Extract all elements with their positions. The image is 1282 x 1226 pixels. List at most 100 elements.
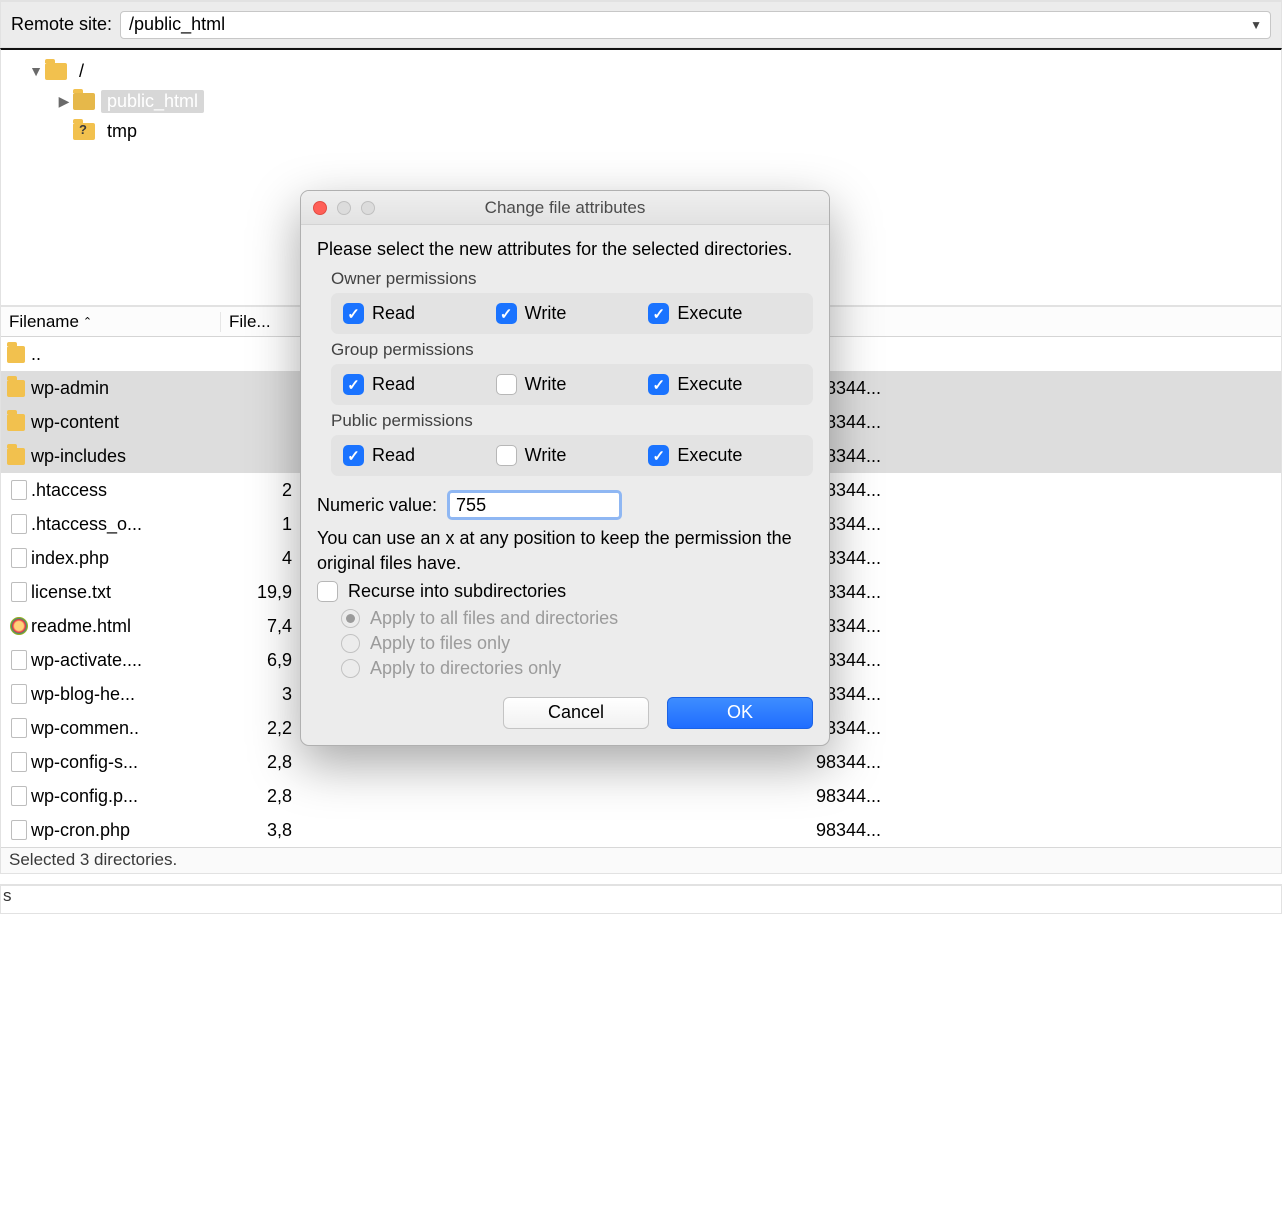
apply-dirs-radio bbox=[341, 659, 360, 678]
file-name: wp-config.p... bbox=[31, 786, 221, 807]
file-icon bbox=[11, 752, 27, 772]
file-name: wp-blog-he... bbox=[31, 684, 221, 705]
folder-icon bbox=[45, 63, 67, 80]
file-row[interactable]: wp-config.p...2,8 98344... bbox=[1, 779, 1281, 813]
chevron-down-icon[interactable]: ▼ bbox=[1250, 18, 1262, 32]
file-owner: 98344... bbox=[816, 548, 1281, 569]
remote-site-label: Remote site: bbox=[11, 14, 112, 35]
file-icon bbox=[11, 820, 27, 840]
sort-asc-icon: ⌃ bbox=[83, 315, 92, 328]
file-icon bbox=[11, 582, 27, 602]
file-owner: 98344... bbox=[816, 684, 1281, 705]
group-write-checkbox[interactable] bbox=[496, 374, 517, 395]
file-owner: 98344... bbox=[816, 650, 1281, 671]
numeric-value-label: Numeric value: bbox=[317, 495, 437, 516]
remote-site-combo[interactable]: /public_html ▼ bbox=[120, 11, 1271, 39]
status-bar: Selected 3 directories. bbox=[1, 847, 1281, 873]
numeric-value-input[interactable]: 755 bbox=[447, 490, 622, 520]
file-icon bbox=[11, 786, 27, 806]
file-size: 2,8 bbox=[221, 786, 296, 807]
public-write-checkbox[interactable] bbox=[496, 445, 517, 466]
file-row[interactable]: wp-config-s...2,8 98344... bbox=[1, 745, 1281, 779]
file-owner: 98344... bbox=[816, 786, 1281, 807]
file-name: wp-includes bbox=[31, 446, 221, 467]
file-icon bbox=[11, 684, 27, 704]
file-icon bbox=[11, 650, 27, 670]
file-name: wp-cron.php bbox=[31, 820, 221, 841]
file-row[interactable]: wp-cron.php3,8 98344... bbox=[1, 813, 1281, 847]
apply-all-radio bbox=[341, 609, 360, 628]
html-icon bbox=[10, 617, 28, 635]
group-permissions-box: Read Write Execute bbox=[331, 364, 813, 405]
tree-expand-icon[interactable]: ▶ bbox=[55, 93, 73, 110]
file-name: .htaccess_o... bbox=[31, 514, 221, 535]
folder-icon bbox=[73, 93, 95, 110]
tree-item-public-html[interactable]: public_html bbox=[101, 90, 204, 113]
file-name: .htaccess bbox=[31, 480, 221, 501]
file-name: license.txt bbox=[31, 582, 221, 603]
folder-icon bbox=[7, 380, 25, 397]
file-owner: 98344... bbox=[816, 752, 1281, 773]
dialog-instruction: Please select the new attributes for the… bbox=[317, 237, 813, 261]
remote-site-bar: Remote site: /public_html ▼ bbox=[0, 0, 1282, 48]
file-size: 2 bbox=[221, 480, 296, 501]
group-read-checkbox[interactable] bbox=[343, 374, 364, 395]
file-size: 3,8 bbox=[221, 820, 296, 841]
change-attributes-dialog: Change file attributes Please select the… bbox=[300, 190, 830, 746]
public-permissions-label: Public permissions bbox=[331, 411, 813, 431]
owner-write-checkbox[interactable] bbox=[496, 303, 517, 324]
public-read-checkbox[interactable] bbox=[343, 445, 364, 466]
owner-permissions-label: Owner permissions bbox=[331, 269, 813, 289]
tree-item-tmp[interactable]: tmp bbox=[101, 120, 143, 143]
file-owner: 98344... bbox=[816, 446, 1281, 467]
file-name: wp-admin bbox=[31, 378, 221, 399]
file-name: index.php bbox=[31, 548, 221, 569]
file-name: wp-config-s... bbox=[31, 752, 221, 773]
dialog-title: Change file attributes bbox=[301, 198, 829, 218]
file-owner: 98344... bbox=[816, 582, 1281, 603]
file-size: 4 bbox=[221, 548, 296, 569]
file-size: 2,2 bbox=[221, 718, 296, 739]
file-owner: 98344... bbox=[816, 820, 1281, 841]
ok-button[interactable]: OK bbox=[667, 697, 813, 729]
column-filename[interactable]: Filename ⌃ bbox=[1, 312, 221, 332]
file-size: 19,9 bbox=[221, 582, 296, 603]
file-name: wp-content bbox=[31, 412, 221, 433]
owner-permissions-box: Read Write Execute bbox=[331, 293, 813, 334]
file-name: .. bbox=[31, 344, 221, 365]
file-icon bbox=[11, 718, 27, 738]
bottom-strip: s bbox=[0, 884, 1282, 914]
remote-site-path: /public_html bbox=[129, 14, 225, 35]
recurse-label: Recurse into subdirectories bbox=[348, 581, 566, 602]
apply-files-radio bbox=[341, 634, 360, 653]
tree-expand-icon[interactable]: ▼ bbox=[27, 63, 45, 79]
cancel-button[interactable]: Cancel bbox=[503, 697, 649, 729]
file-size: 2,8 bbox=[221, 752, 296, 773]
file-owner: 98344... bbox=[816, 480, 1281, 501]
owner-read-checkbox[interactable] bbox=[343, 303, 364, 324]
folder-icon bbox=[7, 448, 25, 465]
file-icon bbox=[11, 480, 27, 500]
file-owner: 98344... bbox=[816, 514, 1281, 535]
file-name: wp-commen.. bbox=[31, 718, 221, 739]
tree-root[interactable]: / bbox=[73, 60, 90, 83]
file-icon bbox=[11, 514, 27, 534]
file-icon bbox=[11, 548, 27, 568]
folder-icon bbox=[7, 346, 25, 363]
public-permissions-box: Read Write Execute bbox=[331, 435, 813, 476]
file-size: 3 bbox=[221, 684, 296, 705]
file-owner: 98344... bbox=[816, 616, 1281, 637]
numeric-hint: You can use an x at any position to keep… bbox=[317, 526, 813, 575]
recurse-checkbox[interactable] bbox=[317, 581, 338, 602]
public-execute-checkbox[interactable] bbox=[648, 445, 669, 466]
owner-execute-checkbox[interactable] bbox=[648, 303, 669, 324]
column-filesize[interactable]: File... bbox=[221, 312, 306, 332]
file-owner: 98344... bbox=[816, 378, 1281, 399]
folder-unknown-icon: ? bbox=[73, 123, 95, 140]
dialog-titlebar[interactable]: Change file attributes bbox=[301, 191, 829, 225]
file-name: wp-activate.... bbox=[31, 650, 221, 671]
file-name: readme.html bbox=[31, 616, 221, 637]
group-permissions-label: Group permissions bbox=[331, 340, 813, 360]
file-size: 7,4 bbox=[221, 616, 296, 637]
group-execute-checkbox[interactable] bbox=[648, 374, 669, 395]
